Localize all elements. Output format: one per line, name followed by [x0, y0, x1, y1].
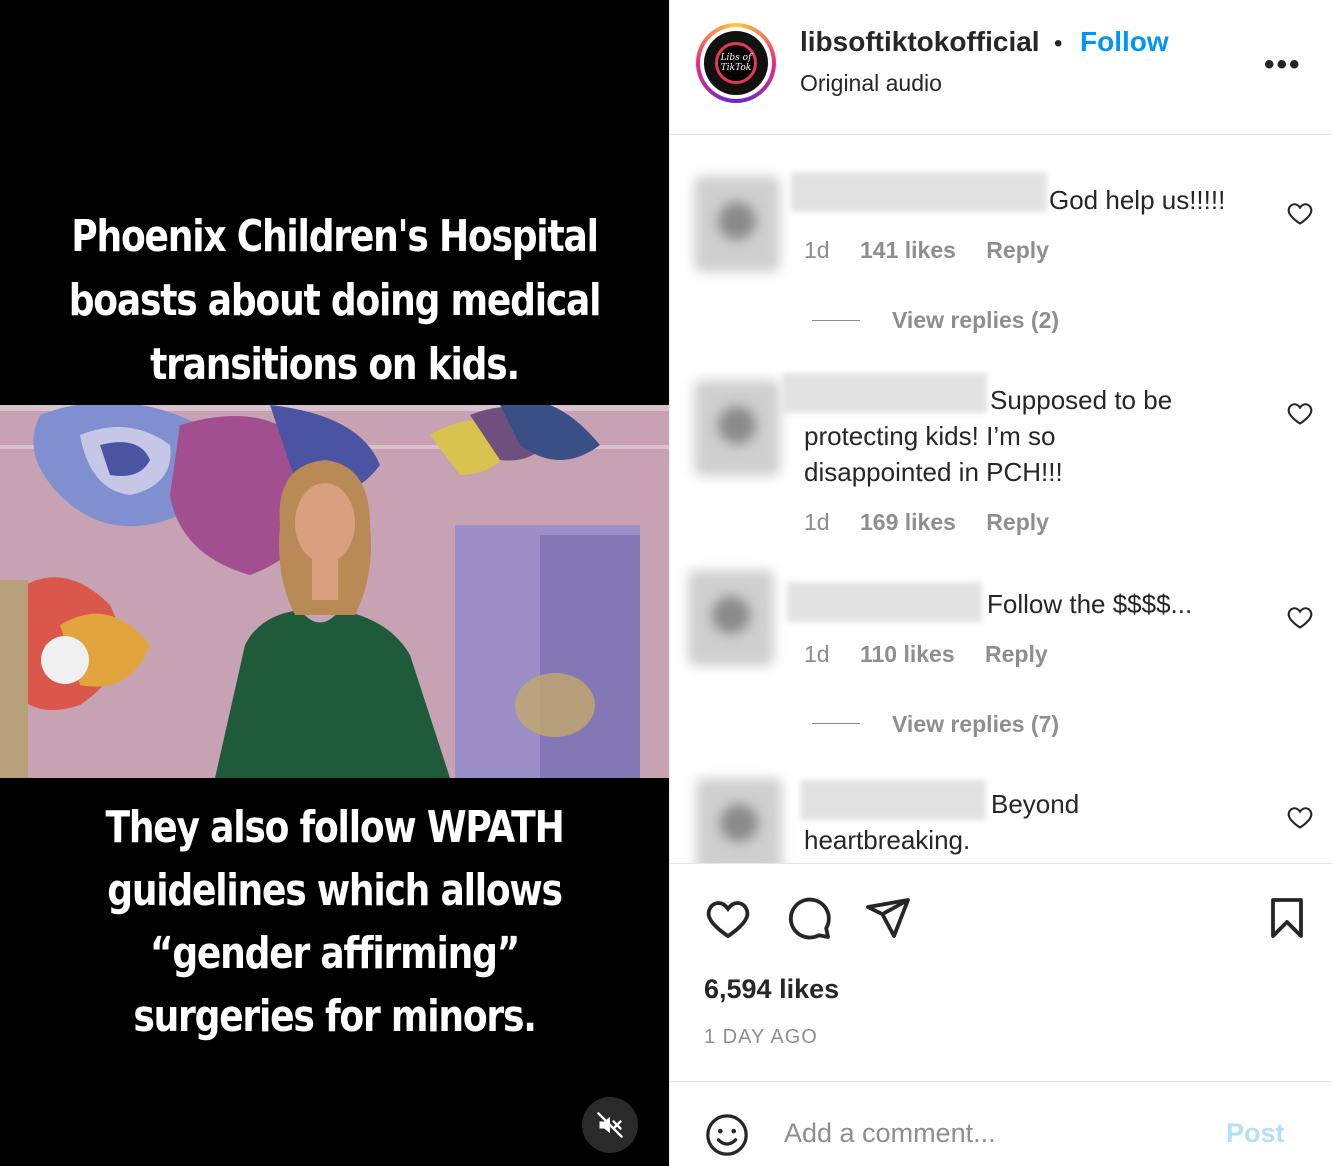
comment-likes[interactable]: 141 likes — [860, 237, 956, 263]
mute-button[interactable] — [582, 1097, 638, 1153]
view-replies-button[interactable]: View replies (2) — [892, 307, 1059, 334]
add-comment-bar: Post — [670, 1081, 1332, 1166]
author-username[interactable]: libsoftiktokofficial — [800, 26, 1040, 58]
video-scene-image — [0, 405, 669, 778]
share-icon[interactable] — [864, 894, 912, 942]
comment-time: 1d — [804, 641, 830, 667]
commenter-avatar[interactable] — [694, 176, 780, 272]
comment-time: 1d — [804, 237, 830, 263]
heart-icon[interactable] — [704, 894, 752, 942]
logo-text-line1: Libs of — [720, 53, 752, 63]
separator-dot: • — [1054, 30, 1063, 57]
comment-meta: 1d 141 likes Reply — [804, 237, 1049, 264]
comment-meta: 1d 169 likes Reply — [804, 509, 1049, 536]
post-date: 1 DAY AGO — [704, 1026, 818, 1048]
video-player[interactable]: Phoenix Children's Hospital boasts about… — [0, 0, 669, 1166]
comment-text-line2: heartbreaking. — [804, 825, 971, 855]
post-comment-button[interactable]: Post — [1226, 1118, 1285, 1149]
comment-text-line1: Beyond — [991, 789, 1080, 819]
video-frame — [0, 405, 669, 778]
heart-icon[interactable] — [1286, 603, 1314, 631]
video-caption-bottom: They also follow WPATH guidelines which … — [105, 802, 564, 1042]
comment-text: God help us!!!!! — [1049, 185, 1226, 215]
heart-icon[interactable] — [1286, 399, 1314, 427]
post-actions: 6,594 likes 1 DAY AGO — [670, 863, 1332, 1081]
libs-of-tiktok-logo: Libs of TikTok — [715, 42, 757, 84]
reply-button[interactable]: Reply — [985, 641, 1048, 667]
comment-input[interactable] — [784, 1118, 1204, 1149]
commenter-username-redacted — [791, 172, 1047, 212]
comment-time: 1d — [804, 509, 830, 535]
bookmark-icon[interactable] — [1263, 894, 1311, 942]
post-header: Libs of TikTok libsoftiktokofficial • Fo… — [670, 0, 1332, 135]
commenter-username-redacted — [782, 373, 987, 413]
commenter-avatar[interactable] — [688, 570, 774, 666]
emoji-icon[interactable] — [704, 1112, 750, 1158]
comment-likes[interactable]: 110 likes — [860, 641, 955, 667]
speaker-muted-icon — [597, 1112, 623, 1138]
post-viewer: Phoenix Children's Hospital boasts about… — [0, 0, 1332, 1166]
post-panel: Libs of TikTok libsoftiktokofficial • Fo… — [669, 0, 1332, 1166]
comment-text-line1: Supposed to be — [990, 385, 1173, 415]
heart-icon[interactable] — [1286, 803, 1314, 831]
audio-label[interactable]: Original audio — [800, 70, 942, 97]
commenter-username-redacted — [787, 582, 982, 622]
heart-icon[interactable] — [1286, 199, 1314, 227]
replies-divider — [812, 320, 860, 321]
comment-text-line3: disappointed in PCH!!! — [804, 457, 1063, 487]
comment-icon[interactable] — [785, 894, 833, 942]
view-replies-button[interactable]: View replies (7) — [892, 711, 1059, 738]
post-likes-count[interactable]: 6,594 likes — [704, 974, 839, 1005]
replies-divider — [812, 723, 860, 724]
logo-text-line2: TikTok — [720, 63, 752, 73]
comment-likes[interactable]: 169 likes — [860, 509, 956, 535]
commenter-avatar[interactable] — [696, 778, 782, 863]
comments-list[interactable]: God help us!!!!! 1d 141 likes Reply View… — [670, 136, 1332, 863]
comment-text: Follow the $$$$... — [987, 589, 1193, 619]
video-caption-top: Phoenix Children's Hospital boasts about… — [68, 211, 602, 390]
commenter-username-redacted — [800, 780, 986, 820]
reply-button[interactable]: Reply — [986, 509, 1049, 535]
comment-meta: 1d 110 likes Reply — [804, 641, 1048, 668]
comment-text-line2: protecting kids! I’m so — [804, 421, 1056, 451]
reply-button[interactable]: Reply — [986, 237, 1049, 263]
author-avatar[interactable]: Libs of TikTok — [696, 23, 776, 103]
commenter-avatar[interactable] — [694, 380, 780, 476]
follow-button[interactable]: Follow — [1080, 26, 1169, 58]
more-options-icon[interactable]: ••• — [1264, 48, 1302, 82]
